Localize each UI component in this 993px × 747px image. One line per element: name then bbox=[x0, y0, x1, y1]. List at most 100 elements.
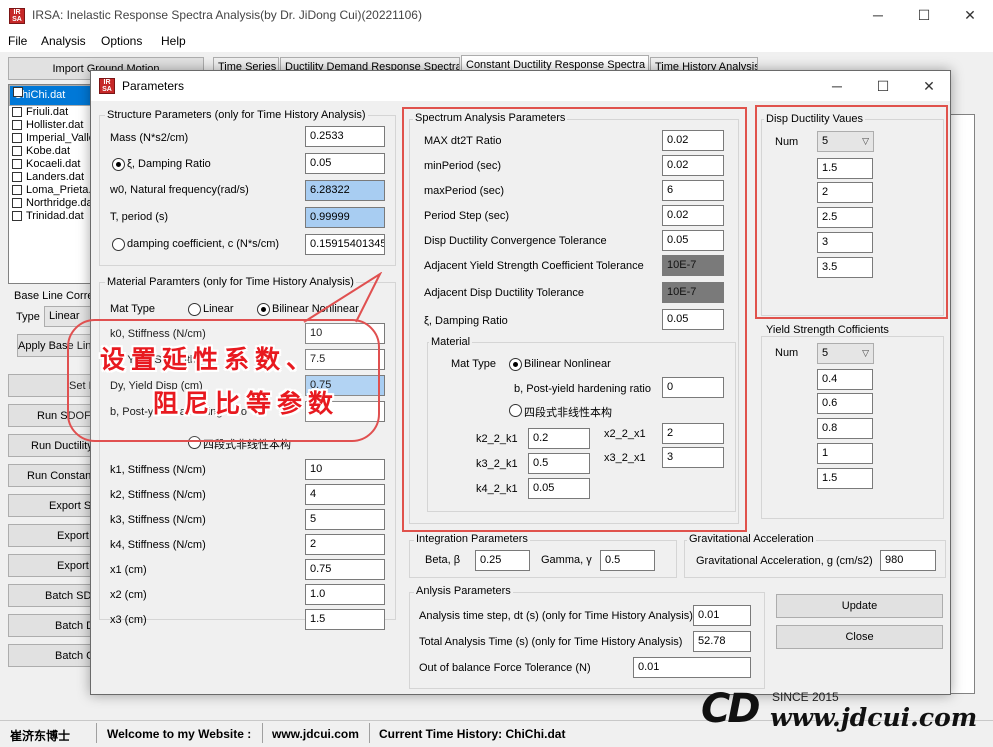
maximize-button[interactable]: ☐ bbox=[901, 0, 947, 31]
file-checkbox[interactable] bbox=[12, 211, 22, 221]
time-step-label: Analysis time step, dt (s) (only for Tim… bbox=[419, 610, 693, 622]
analysis-parameters-title: Anlysis Parameters bbox=[414, 585, 513, 597]
period-input[interactable]: 0.99999 bbox=[305, 207, 385, 228]
yield-value-1[interactable]: 0.4 bbox=[817, 369, 873, 390]
watermark-url: www.jdcui.com bbox=[770, 703, 978, 732]
gravity-label: Gravitational Acceleration, g (cm/s2) bbox=[696, 555, 873, 567]
damping-coefficient-label: damping coefficient, c (N*s/cm) bbox=[127, 238, 280, 250]
dialog-close-button[interactable]: ✕ bbox=[906, 71, 952, 101]
status-author: 崔济东博士 bbox=[10, 729, 71, 743]
app-logo-icon: IR SA bbox=[9, 8, 25, 24]
watermark-since: SINCE 2015 bbox=[772, 690, 839, 704]
annotation-line-1: 设置延性系数、 bbox=[100, 345, 318, 374]
yield-value-3[interactable]: 0.8 bbox=[817, 418, 873, 439]
time-step-input[interactable]: 0.01 bbox=[693, 605, 751, 626]
close-dialog-button[interactable]: Close bbox=[776, 625, 943, 649]
file-checkbox[interactable] bbox=[13, 87, 23, 97]
natural-frequency-input[interactable]: 6.28322 bbox=[305, 180, 385, 201]
status-separator bbox=[369, 723, 370, 743]
file-checkbox[interactable] bbox=[12, 185, 22, 195]
update-button[interactable]: Update bbox=[776, 594, 943, 618]
damping-ratio-input[interactable]: 0.05 bbox=[305, 153, 385, 174]
beta-input[interactable]: 0.25 bbox=[475, 550, 530, 571]
bilinear-radio[interactable] bbox=[257, 303, 270, 316]
k1-label: k1, Stiffness (N/cm) bbox=[110, 464, 206, 476]
file-checkbox[interactable] bbox=[12, 172, 22, 182]
yield-strength-title: Yield Strength Cofficients bbox=[764, 324, 891, 336]
annotation-line-2: 阻尼比等参数 bbox=[153, 389, 340, 418]
k4-input[interactable]: 2 bbox=[305, 534, 385, 555]
callout-pointer bbox=[303, 272, 383, 323]
status-website: www.jdcui.com bbox=[272, 727, 359, 741]
dialog-maximize-button[interactable]: ☐ bbox=[860, 71, 906, 101]
damping-coefficient-input[interactable]: 0.1591540134587 bbox=[305, 234, 385, 255]
status-current-file: Current Time History: ChiChi.dat bbox=[379, 727, 566, 741]
status-welcome: Welcome to my Website : bbox=[107, 727, 252, 741]
k3-input[interactable]: 5 bbox=[305, 509, 385, 530]
linear-label: Linear bbox=[203, 303, 234, 315]
menu-file[interactable]: File bbox=[8, 34, 27, 48]
gamma-label: Gamma, γ bbox=[541, 554, 592, 566]
type-label: Type bbox=[16, 311, 40, 323]
x2-label: x2 (cm) bbox=[110, 589, 147, 601]
status-separator bbox=[96, 723, 97, 743]
yield-value-4[interactable]: 1 bbox=[817, 443, 873, 464]
integration-title: Integration Parameters bbox=[414, 533, 530, 545]
x3-input[interactable]: 1.5 bbox=[305, 609, 385, 630]
dialog-minimize-button[interactable]: ─ bbox=[814, 71, 860, 101]
file-name: Landers.dat bbox=[26, 171, 85, 183]
k4-label: k4, Stiffness (N/cm) bbox=[110, 539, 206, 551]
damping-ratio-radio[interactable] bbox=[112, 158, 125, 171]
app-title: IRSA: Inelastic Response Spectra Analysi… bbox=[32, 8, 422, 22]
damping-coefficient-radio[interactable] bbox=[112, 238, 125, 251]
spectrum-highlight-box bbox=[402, 107, 747, 532]
k1-input[interactable]: 10 bbox=[305, 459, 385, 480]
force-tolerance-input[interactable]: 0.01 bbox=[633, 657, 751, 678]
gamma-input[interactable]: 0.5 bbox=[600, 550, 655, 571]
menu-bar bbox=[0, 31, 993, 52]
ductility-highlight-box bbox=[755, 105, 948, 319]
minimize-button[interactable]: ─ bbox=[855, 0, 901, 31]
file-checkbox[interactable] bbox=[12, 107, 22, 117]
x1-label: x1 (cm) bbox=[110, 564, 147, 576]
linear-radio[interactable] bbox=[188, 303, 201, 316]
menu-analysis[interactable]: Analysis bbox=[41, 34, 86, 48]
total-time-label: Total Analysis Time (s) (only for Time H… bbox=[419, 636, 683, 648]
yield-num-value: 5 bbox=[822, 347, 829, 359]
file-name: Trinidad.dat bbox=[26, 210, 84, 222]
gravity-input[interactable]: 980 bbox=[880, 550, 936, 571]
file-name: Hollister.dat bbox=[26, 119, 84, 131]
file-name: Kocaeli.dat bbox=[26, 158, 81, 170]
yield-num-label: Num bbox=[775, 347, 799, 359]
callout-bubble bbox=[67, 319, 380, 442]
x1-input[interactable]: 0.75 bbox=[305, 559, 385, 580]
file-name: Northridge.dat bbox=[26, 197, 96, 209]
k2-input[interactable]: 4 bbox=[305, 484, 385, 505]
dialog-logo-icon: IR SA bbox=[99, 78, 115, 94]
file-checkbox[interactable] bbox=[12, 146, 22, 156]
file-checkbox[interactable] bbox=[12, 133, 22, 143]
close-button[interactable]: ✕ bbox=[947, 0, 993, 31]
x3-label: x3 (cm) bbox=[110, 614, 147, 626]
damping-ratio-label: ξ, Damping Ratio bbox=[127, 158, 211, 170]
dialog-title: Parameters bbox=[122, 79, 185, 93]
total-time-input[interactable]: 52.78 bbox=[693, 631, 751, 652]
file-checkbox[interactable] bbox=[12, 120, 22, 130]
mass-input[interactable]: 0.2533 bbox=[305, 126, 385, 147]
file-checkbox[interactable] bbox=[12, 198, 22, 208]
menu-options[interactable]: Options bbox=[101, 34, 142, 48]
yield-value-5[interactable]: 1.5 bbox=[817, 468, 873, 489]
mass-label: Mass (N*s2/cm) bbox=[110, 132, 189, 144]
file-checkbox[interactable] bbox=[12, 159, 22, 169]
watermark-logo: CD bbox=[701, 686, 761, 732]
menu-help[interactable]: Help bbox=[161, 34, 186, 48]
force-tolerance-label: Out of balance Force Tolerance (N) bbox=[419, 662, 591, 674]
yield-num-select[interactable]: 5 ▽ bbox=[817, 343, 874, 364]
status-separator bbox=[262, 723, 263, 743]
yield-value-2[interactable]: 0.6 bbox=[817, 393, 873, 414]
k2-label: k2, Stiffness (N/cm) bbox=[110, 489, 206, 501]
x2-input[interactable]: 1.0 bbox=[305, 584, 385, 605]
file-name: Friuli.dat bbox=[26, 106, 69, 118]
chevron-down-icon: ▽ bbox=[862, 348, 869, 358]
file-name: Kobe.dat bbox=[26, 145, 71, 157]
